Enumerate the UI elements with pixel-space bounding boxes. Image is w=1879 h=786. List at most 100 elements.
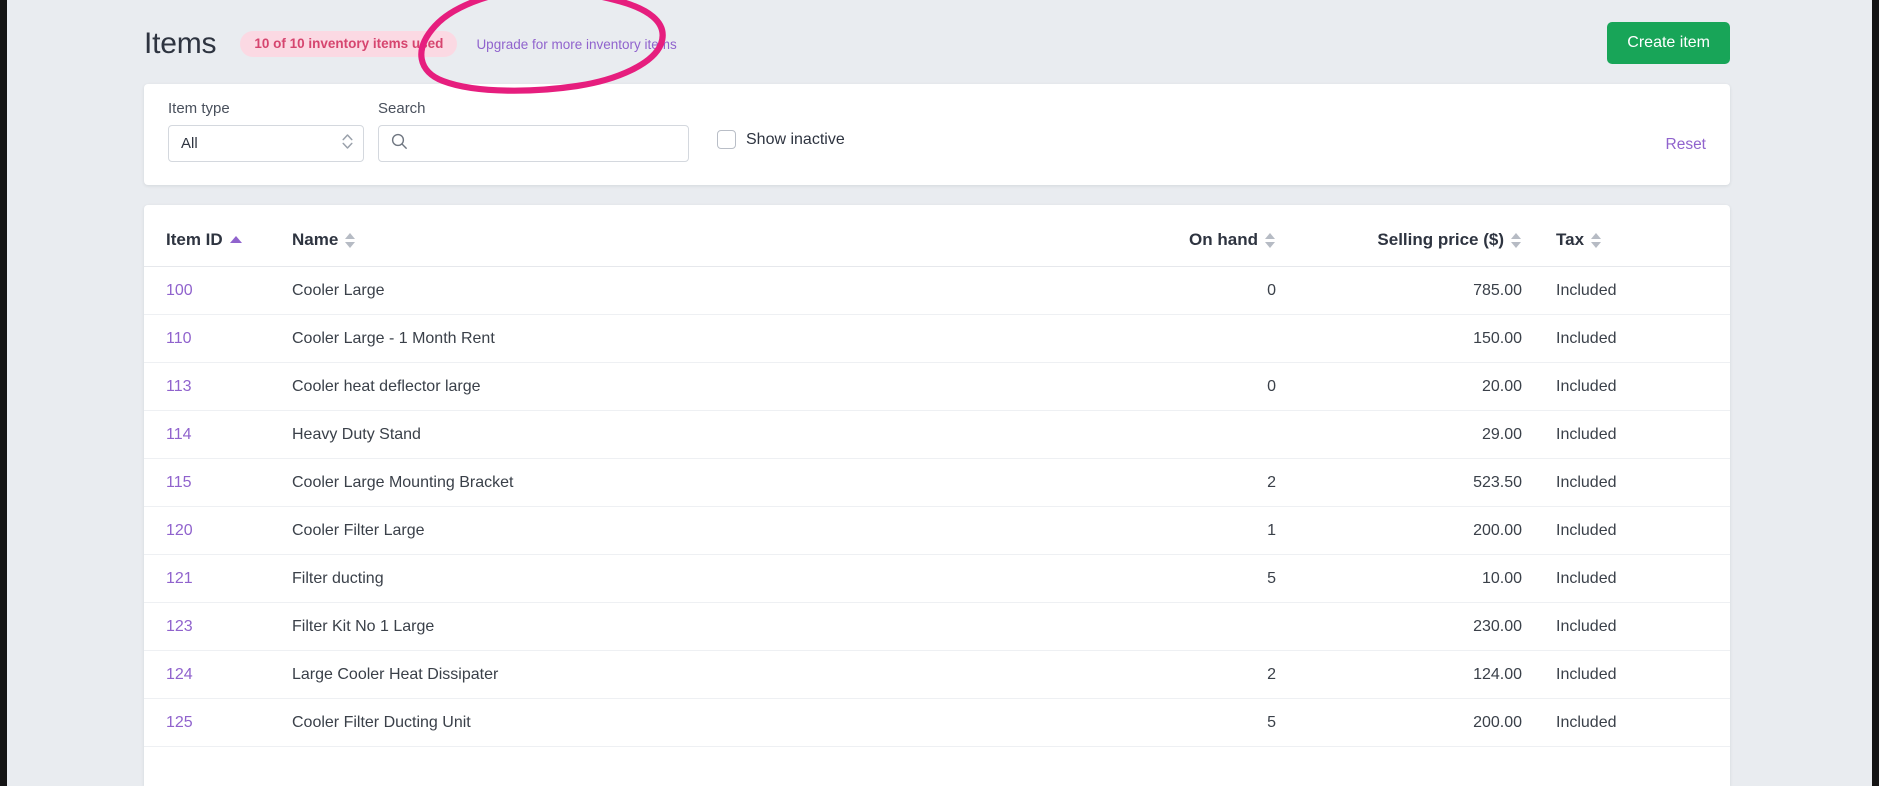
cell-on-hand: 1 xyxy=(1062,506,1294,555)
column-label-on-hand: On hand xyxy=(1189,230,1258,249)
column-header-on-hand[interactable]: On hand xyxy=(1062,205,1294,267)
sort-both-icon xyxy=(1591,232,1602,248)
cell-on-hand: 5 xyxy=(1062,554,1294,603)
cell-item-name: Cooler heat deflector large xyxy=(292,362,1062,411)
item-type-field-group: Item type All xyxy=(168,100,364,162)
cell-on-hand: 2 xyxy=(1062,458,1294,507)
cell-tax: Included xyxy=(1542,458,1730,507)
cell-item-id: 125 xyxy=(144,698,292,747)
cell-on-hand: 0 xyxy=(1062,362,1294,411)
items-table-head: Item ID Name On hand Selling price ($) T… xyxy=(144,205,1730,267)
cell-tax: Included xyxy=(1542,266,1730,315)
cell-item-id: 114 xyxy=(144,410,292,459)
sort-both-icon xyxy=(1265,232,1276,248)
item-id-link[interactable]: 124 xyxy=(166,666,193,683)
cell-tax: Included xyxy=(1542,362,1730,411)
cell-selling-price: 200.00 xyxy=(1294,506,1542,555)
reset-filters-link[interactable]: Reset xyxy=(1666,136,1707,154)
column-header-name[interactable]: Name xyxy=(292,205,1062,267)
item-id-link[interactable]: 120 xyxy=(166,522,193,539)
cell-item-id: 124 xyxy=(144,650,292,699)
column-header-item-id[interactable]: Item ID xyxy=(144,205,292,267)
table-row: 114 Heavy Duty Stand 29.00 Included xyxy=(144,410,1730,459)
table-row: 100 Cooler Large 0 785.00 Included xyxy=(144,266,1730,315)
page-title: Items xyxy=(144,27,217,60)
cell-item-id: 100 xyxy=(144,266,292,315)
sort-both-icon xyxy=(345,232,356,248)
items-table: Item ID Name On hand Selling price ($) T… xyxy=(144,205,1730,747)
show-inactive-label: Show inactive xyxy=(746,131,845,148)
cell-tax: Included xyxy=(1542,314,1730,363)
filters-card: Item type All Search Show inactive Reset xyxy=(144,84,1730,185)
table-row: 110 Cooler Large - 1 Month Rent 150.00 Incl… xyxy=(144,314,1730,363)
cell-item-name: Cooler Filter Ducting Unit xyxy=(292,698,1062,747)
window-frame-right-edge xyxy=(1872,0,1879,786)
cell-tax: Included xyxy=(1542,554,1730,603)
cell-selling-price: 200.00 xyxy=(1294,698,1542,747)
cell-on-hand xyxy=(1062,602,1294,651)
cell-on-hand xyxy=(1062,410,1294,459)
column-label-selling-price: Selling price ($) xyxy=(1377,230,1504,249)
cell-item-name: Filter Kit No 1 Large xyxy=(292,602,1062,651)
cell-item-id: 110 xyxy=(144,314,292,363)
cell-selling-price: 230.00 xyxy=(1294,602,1542,651)
inventory-usage-badge: 10 of 10 inventory items used xyxy=(240,30,458,58)
cell-on-hand xyxy=(1062,314,1294,363)
cell-selling-price: 523.50 xyxy=(1294,458,1542,507)
cell-item-name: Cooler Large xyxy=(292,266,1062,315)
upgrade-inventory-link[interactable]: Upgrade for more inventory items xyxy=(476,37,676,52)
table-row: 125 Cooler Filter Ducting Unit 5 200.00 Incl… xyxy=(144,698,1730,747)
column-header-selling-price[interactable]: Selling price ($) xyxy=(1294,205,1542,267)
cell-item-name: Heavy Duty Stand xyxy=(292,410,1062,459)
cell-selling-price: 10.00 xyxy=(1294,554,1542,603)
sort-ascending-icon xyxy=(229,236,242,244)
cell-selling-price: 20.00 xyxy=(1294,362,1542,411)
items-page: Items 10 of 10 inventory items used Upgr… xyxy=(7,0,1872,786)
show-inactive-group[interactable]: Show inactive xyxy=(717,130,845,150)
search-label: Search xyxy=(378,100,426,117)
cell-tax: Included xyxy=(1542,506,1730,555)
window-frame-left-edge xyxy=(0,0,7,786)
item-id-link[interactable]: 115 xyxy=(166,474,192,491)
items-table-card: Item ID Name On hand Selling price ($) T… xyxy=(144,205,1730,786)
search-input[interactable] xyxy=(378,125,689,162)
create-item-button[interactable]: Create item xyxy=(1607,22,1730,64)
table-row: 124 Large Cooler Heat Dissipater 2 124.00 In… xyxy=(144,650,1730,699)
column-header-tax[interactable]: Tax xyxy=(1542,205,1730,267)
item-id-link[interactable]: 113 xyxy=(166,378,192,395)
item-type-label: Item type xyxy=(168,100,230,117)
table-row: 123 Filter Kit No 1 Large 230.00 Included xyxy=(144,602,1730,651)
item-id-link[interactable]: 125 xyxy=(166,714,193,731)
cell-tax: Included xyxy=(1542,602,1730,651)
item-id-link[interactable]: 123 xyxy=(166,618,193,635)
item-id-link[interactable]: 100 xyxy=(166,282,193,299)
cell-item-id: 123 xyxy=(144,602,292,651)
cell-selling-price: 29.00 xyxy=(1294,410,1542,459)
show-inactive-checkbox[interactable] xyxy=(717,130,736,150)
column-label-name: Name xyxy=(292,230,339,249)
item-id-link[interactable]: 114 xyxy=(166,426,192,443)
cell-item-name: Cooler Large Mounting Bracket xyxy=(292,458,1062,507)
cell-item-id: 120 xyxy=(144,506,292,555)
item-id-link[interactable]: 110 xyxy=(166,330,192,347)
cell-item-name: Filter ducting xyxy=(292,554,1062,603)
table-row: 113 Cooler heat deflector large 0 20.00 Incl… xyxy=(144,362,1730,411)
cell-tax: Included xyxy=(1542,650,1730,699)
column-label-tax: Tax xyxy=(1556,230,1585,249)
cell-item-id: 121 xyxy=(144,554,292,603)
cell-item-name: Cooler Large - 1 Month Rent xyxy=(292,314,1062,363)
page-header: Items 10 of 10 inventory items used Upgr… xyxy=(144,16,1730,72)
cell-item-name: Cooler Filter Large xyxy=(292,506,1062,555)
item-type-select[interactable]: All xyxy=(168,125,364,162)
cell-selling-price: 785.00 xyxy=(1294,266,1542,315)
cell-on-hand: 5 xyxy=(1062,698,1294,747)
table-header-row: Item ID Name On hand Selling price ($) T… xyxy=(144,205,1730,267)
cell-item-id: 113 xyxy=(144,362,292,411)
cell-tax: Included xyxy=(1542,698,1730,747)
cell-selling-price: 150.00 xyxy=(1294,314,1542,363)
table-row: 120 Cooler Filter Large 1 200.00 Included xyxy=(144,506,1730,555)
item-id-link[interactable]: 121 xyxy=(166,570,193,587)
cell-tax: Included xyxy=(1542,410,1730,459)
search-field-group: Search xyxy=(378,100,689,162)
sort-both-icon xyxy=(1511,232,1522,248)
